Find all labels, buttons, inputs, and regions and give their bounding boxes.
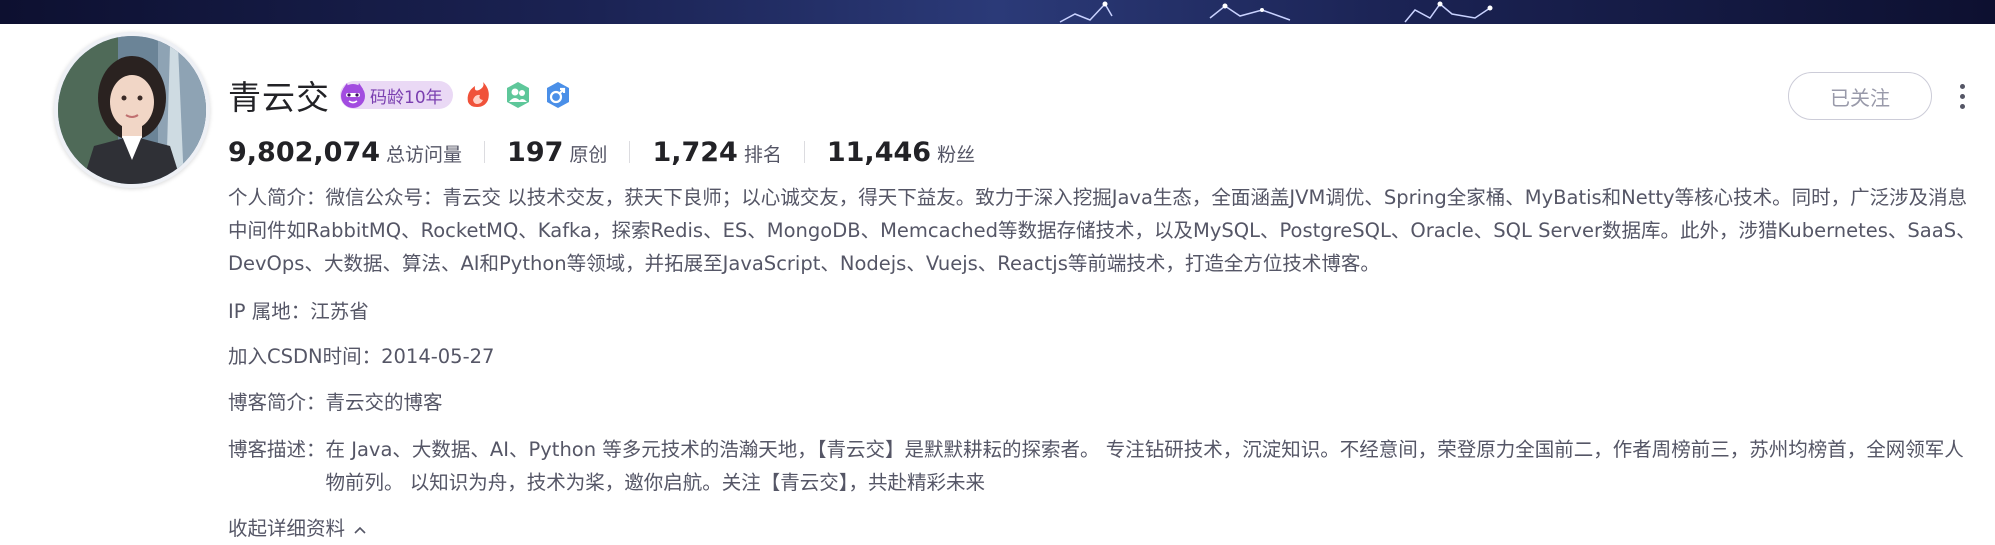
profile-card: 青云交 码龄10年 9,802,074 总访问量 197 原创 1,724 排名… <box>14 24 1995 545</box>
stat-fans[interactable]: 11,446 粉丝 <box>827 137 975 168</box>
stat-rank: 1,724 排名 <box>652 137 781 168</box>
divider <box>484 141 486 163</box>
bio: 个人简介：微信公众号：青云交 以技术交友，获天下良师；以心诚交友，得天下益友。致… <box>228 181 1978 280</box>
flame-medal-icon[interactable] <box>463 80 493 110</box>
blog-intro: 博客简介：青云交的博客 <box>228 386 443 419</box>
people-medal-icon[interactable] <box>503 80 533 110</box>
more-options-icon[interactable] <box>1952 76 1972 116</box>
blog-description: 博客描述： 在 Java、大数据、AI、Python 等多元技术的浩瀚天地，【青… <box>228 433 1968 499</box>
stat-value: 9,802,074 <box>228 136 381 168</box>
ip-label: IP 属地： <box>228 300 311 323</box>
constellation-decoration <box>1059 1 1493 23</box>
stat-label: 粉丝 <box>937 143 976 166</box>
code-age-label: 码龄10年 <box>370 87 443 108</box>
blog-intro-value: 青云交的博客 <box>325 391 443 414</box>
male-icon <box>546 82 569 108</box>
stat-value: 197 <box>507 136 564 168</box>
user-name[interactable]: 青云交 <box>228 71 330 119</box>
stat-label: 总访问量 <box>386 143 463 166</box>
collapse-details-link[interactable]: 收起详细资料 <box>228 512 367 545</box>
divider <box>803 141 805 163</box>
bio-text: 微信公众号：青云交 以技术交友，获天下良师；以心诚交友，得天下益友。致力于深入挖… <box>228 186 1976 275</box>
follow-button[interactable]: 已关注 <box>1788 72 1932 120</box>
join-label: 加入CSDN时间： <box>228 345 382 368</box>
chevron-up-icon <box>354 526 366 534</box>
dot <box>1959 93 1965 99</box>
join-value: 2014-05-27 <box>381 345 495 368</box>
avatar[interactable] <box>54 32 210 188</box>
ip-location: IP 属地：江苏省 <box>228 295 369 328</box>
blog-intro-label: 博客简介： <box>228 391 326 414</box>
stat-visits: 9,802,074 总访问量 <box>228 137 462 168</box>
stat-original[interactable]: 197 原创 <box>507 137 607 168</box>
collapse-label: 收起详细资料 <box>228 517 346 540</box>
dot <box>1959 103 1965 109</box>
join-date: 加入CSDN时间：2014-05-27 <box>228 340 494 373</box>
ip-value: 江苏省 <box>310 300 369 323</box>
stats-row: 9,802,074 总访问量 197 原创 1,724 排名 11,446 粉丝 <box>228 132 975 172</box>
name-row: 青云交 码龄10年 <box>228 71 573 119</box>
code-age-badge[interactable]: 码龄10年 <box>340 81 453 109</box>
blog-desc-value: 在 Java、大数据、AI、Python 等多元技术的浩瀚天地，【青云交】是默默… <box>325 438 1964 494</box>
profile-banner <box>0 0 1995 24</box>
bio-label: 个人简介： <box>228 186 326 209</box>
dot <box>1959 83 1965 89</box>
imp-badge-icon <box>341 83 365 108</box>
stat-value: 11,446 <box>826 136 932 168</box>
blog-desc-label: 博客描述： <box>228 438 326 461</box>
stat-label: 排名 <box>743 143 782 166</box>
divider <box>629 141 631 163</box>
avatar-image <box>58 36 206 184</box>
stat-value: 1,724 <box>652 136 738 168</box>
stat-label: 原创 <box>569 143 608 166</box>
